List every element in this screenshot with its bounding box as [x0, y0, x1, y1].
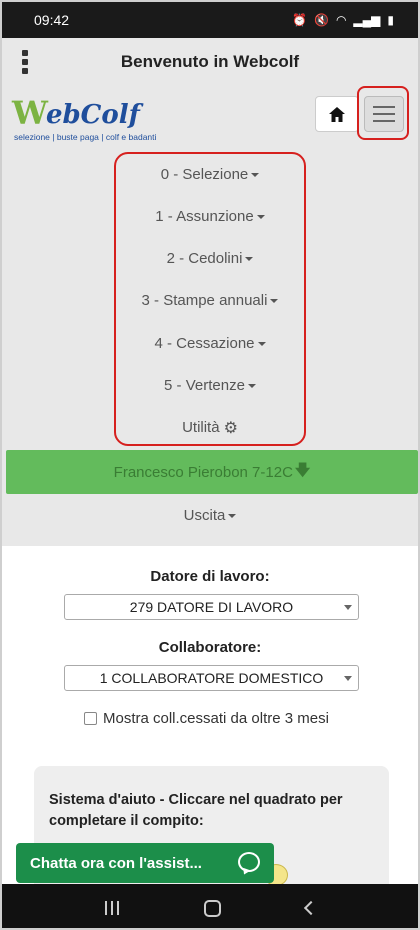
home-nav-icon[interactable] — [203, 899, 221, 917]
menu-item-assunzione[interactable]: 1 - Assunzione — [2, 208, 418, 225]
recents-icon[interactable] — [104, 901, 119, 915]
employer-label: Datore di lavoro: — [150, 568, 270, 585]
caret-down-icon — [245, 257, 254, 262]
logo-colf: Colf — [80, 100, 140, 130]
status-bar: 09:42 ⏰ 🔇 ◠ ▂▄▆ ▮ — [2, 2, 418, 38]
caret-down-icon — [270, 299, 279, 304]
mute-icon: 🔇 — [313, 13, 329, 27]
collaborator-label: Collaboratore: — [158, 639, 262, 656]
signal-icon: ▂▄▆ — [353, 13, 381, 27]
caret-down-icon — [256, 215, 265, 220]
status-icons: ⏰ 🔇 ◠ ▂▄▆ ▮ — [292, 13, 394, 27]
menu-item-cedolini[interactable]: 2 - Cedolini — [2, 250, 418, 267]
android-nav-bar — [2, 884, 418, 928]
caret-down-icon — [228, 514, 237, 519]
menu-item-cessazione[interactable]: 4 - Cessazione — [2, 335, 418, 352]
dropdown-arrow-icon — [344, 605, 352, 610]
user-menu-button[interactable]: Francesco Pierobon 7-12C 🡇 — [6, 450, 418, 494]
chat-bubble-icon — [238, 852, 260, 872]
phone-screen: 09:42 ⏰ 🔇 ◠ ▂▄▆ ▮ Benvenuto in Webcolf W… — [0, 0, 420, 930]
caret-down-icon — [257, 342, 266, 347]
caret-down-icon — [247, 384, 256, 389]
overflow-menu-icon[interactable] — [20, 50, 30, 74]
wifi-icon: ◠ — [335, 13, 347, 27]
hamburger-menu-button[interactable] — [364, 96, 404, 132]
arrow-down-icon: 🡇 — [294, 461, 311, 479]
show-terminated-row[interactable]: Mostra coll.cessati da oltre 3 mesi — [84, 710, 329, 727]
collaborator-select[interactable]: 1 COLLABORATORE DOMESTICO — [64, 665, 359, 691]
chat-button[interactable]: Chatta ora con l'assist... — [16, 843, 274, 883]
gear-icon: ⚙ — [223, 420, 238, 437]
status-time: 09:42 — [34, 12, 70, 28]
menu-item-selezione[interactable]: 0 - Selezione — [2, 166, 418, 183]
dropdown-arrow-icon — [344, 676, 352, 681]
back-icon[interactable] — [303, 900, 318, 916]
page-title: Benvenuto in Webcolf — [120, 52, 300, 71]
user-name: Francesco Pierobon 7-12C — [113, 463, 293, 481]
caret-down-icon — [251, 173, 260, 178]
app-header: Benvenuto in Webcolf — [2, 38, 418, 86]
home-button[interactable] — [315, 96, 359, 132]
menu-item-uscita[interactable]: Uscita — [2, 507, 418, 524]
logo-w: W — [12, 94, 48, 132]
navigation-panel: W eb Colf selezione | buste paga | colf … — [2, 86, 418, 546]
battery-icon: ▮ — [387, 13, 394, 27]
logo-tagline: selezione | buste paga | colf e badanti — [14, 132, 157, 142]
show-terminated-checkbox[interactable] — [84, 712, 97, 725]
help-text: Sistema d'aiuto - Cliccare nel quadrato … — [49, 792, 343, 829]
menu-item-utilita[interactable]: Utilità ⚙ — [2, 418, 418, 438]
home-icon — [329, 106, 345, 122]
logo-eb: eb — [45, 100, 81, 130]
chat-label: Chatta ora con l'assist... — [30, 854, 202, 872]
show-terminated-label: Mostra coll.cessati da oltre 3 mesi — [103, 710, 329, 727]
alarm-icon: ⏰ — [292, 13, 307, 27]
webcolf-logo[interactable]: W eb Colf selezione | buste paga | colf … — [12, 94, 157, 144]
menu-item-stampe-annuali[interactable]: 3 - Stampe annuali — [2, 292, 418, 309]
employer-select[interactable]: 279 DATORE DI LAVORO — [64, 594, 359, 620]
menu-item-vertenze[interactable]: 5 - Vertenze — [2, 377, 418, 394]
